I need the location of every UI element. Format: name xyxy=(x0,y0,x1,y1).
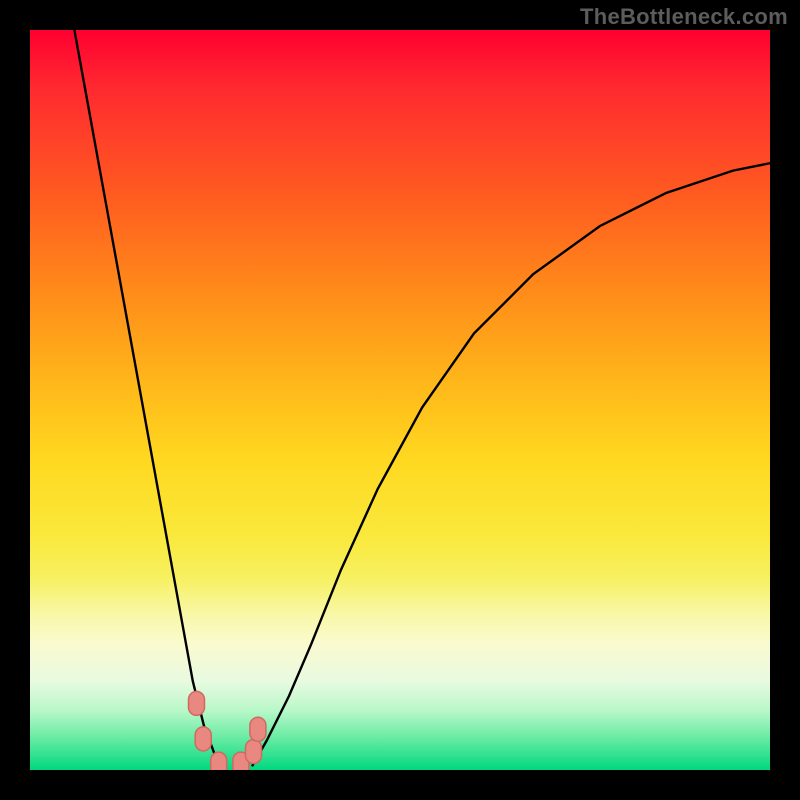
floor-marker xyxy=(189,691,205,715)
curve-right xyxy=(252,163,770,766)
curve-layer xyxy=(30,30,770,770)
floor-marker xyxy=(195,727,211,751)
chart-frame: TheBottleneck.com xyxy=(0,0,800,800)
floor-marker xyxy=(250,717,266,741)
floor-marker xyxy=(211,752,227,770)
watermark: TheBottleneck.com xyxy=(580,4,788,30)
curve-left xyxy=(74,30,226,766)
floor-markers xyxy=(189,691,266,770)
floor-marker xyxy=(246,740,262,764)
